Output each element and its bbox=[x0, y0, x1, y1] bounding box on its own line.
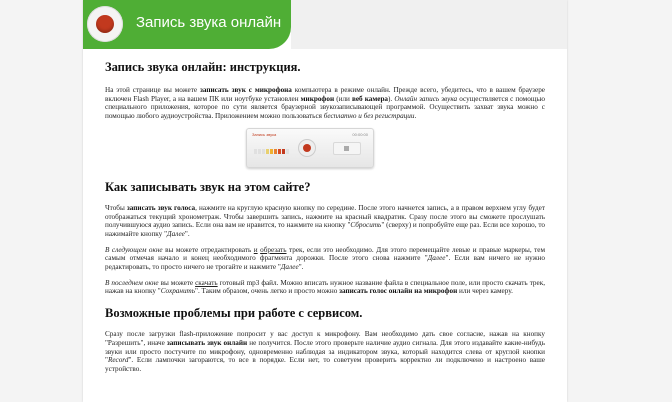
italic-text: Record bbox=[107, 356, 129, 365]
underlined-text: обрезать bbox=[260, 245, 287, 254]
paragraph-problems-1: Сразу после загрузки flash-приложение по… bbox=[105, 330, 545, 374]
section-heading-problems: Возможные проблемы при работе с сервисом… bbox=[105, 306, 363, 321]
italic-text: бесплатно и без регистрации bbox=[323, 112, 415, 121]
paragraph-how-to-3: В последнем окне вы можете скачать готов… bbox=[105, 279, 545, 296]
text: вы можете отредактировать bbox=[162, 245, 254, 254]
italic-text: Сохранить bbox=[160, 287, 196, 296]
audio-recorder-widget[interactable]: Запись звука 00:00:00 bbox=[246, 127, 374, 168]
header-background bbox=[291, 0, 567, 49]
sound-level-meter bbox=[254, 148, 289, 154]
recorder-title: Запись звука bbox=[252, 131, 277, 137]
paragraph-how-to-2: В следующем окне вы можете отредактирова… bbox=[105, 246, 545, 272]
text: или через камеру. bbox=[457, 287, 513, 296]
site-header: Запись звука онлайн bbox=[83, 0, 567, 50]
text: . bbox=[414, 112, 417, 121]
italic-text: В последнем окне bbox=[105, 278, 159, 287]
record-dot-icon bbox=[96, 15, 114, 33]
bold-text: веб камера bbox=[351, 94, 389, 103]
italic-text: Далее bbox=[167, 229, 185, 238]
italic-text: Далее bbox=[427, 254, 446, 263]
page: Запись звука онлайн Запись звука онлайн:… bbox=[83, 0, 567, 402]
bold-text: записать звук голоса bbox=[126, 203, 196, 212]
bold-text: записать звук с микрофона bbox=[199, 86, 292, 94]
recorder-timer: 00:00:00 bbox=[352, 131, 368, 137]
text: ". Таким образом, очень легко и просто м… bbox=[195, 287, 340, 296]
stop-icon bbox=[344, 145, 349, 151]
main-content: Запись звука онлайн: инструкция. На этой… bbox=[105, 60, 545, 381]
recorder-widget-area: Запись звука 00:00:00 bbox=[105, 127, 545, 170]
text: ". Если лампочки загораются, то все в по… bbox=[105, 356, 545, 373]
stop-button[interactable] bbox=[333, 141, 361, 155]
record-logo-icon[interactable] bbox=[87, 6, 123, 42]
section-heading-instruction: Запись звука онлайн: инструкция. bbox=[105, 60, 301, 74]
underlined-text: скачать bbox=[195, 278, 218, 287]
italic-text: Сбросить bbox=[350, 221, 382, 230]
paragraph-intro: На этой странице вы можете записать звук… bbox=[105, 86, 545, 121]
record-icon bbox=[303, 143, 311, 152]
bold-text: записать голос онлайн на микрофон bbox=[339, 287, 458, 296]
paragraph-how-to-1: Чтобы записать звук голоса, нажмите на к… bbox=[105, 204, 545, 239]
text: (или bbox=[334, 94, 352, 103]
text: На этой странице вы можете bbox=[105, 86, 200, 94]
text: ". bbox=[298, 263, 304, 272]
header-green-band: Запись звука онлайн bbox=[83, 0, 291, 49]
text: ". bbox=[184, 229, 190, 238]
bold-text: микрофон bbox=[300, 94, 335, 103]
text: Чтобы bbox=[105, 203, 127, 212]
text: вы можете bbox=[158, 278, 196, 287]
bold-text: записывать звук онлайн bbox=[166, 338, 248, 347]
italic-text: Онлайн запись звука bbox=[394, 94, 458, 103]
site-title[interactable]: Запись звука онлайн bbox=[136, 14, 281, 31]
italic-text: В следующем окне bbox=[105, 245, 163, 254]
section-heading-how-to: Как записывать звук на этом сайте? bbox=[105, 179, 311, 194]
record-button[interactable] bbox=[299, 139, 315, 156]
italic-text: Далее bbox=[280, 263, 299, 272]
